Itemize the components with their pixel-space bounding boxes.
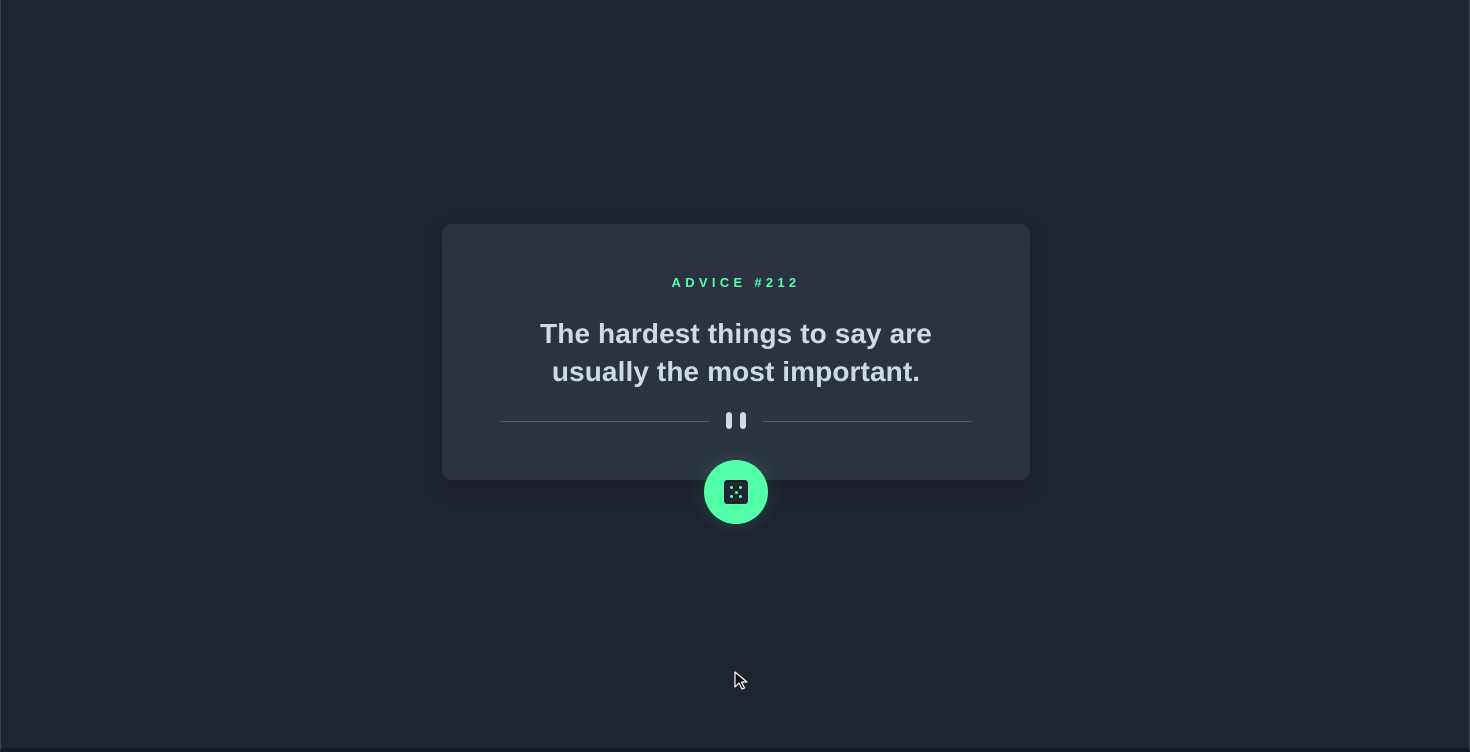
dice-pip — [739, 495, 742, 498]
generate-advice-button[interactable] — [704, 460, 768, 524]
advice-card: ADVICE #212 The hardest things to say ar… — [442, 224, 1030, 480]
page-background: ADVICE #212 The hardest things to say ar… — [0, 0, 1470, 752]
pause-icon — [725, 412, 747, 430]
advice-quote: The hardest things to say are usually th… — [540, 318, 932, 387]
dice-pip — [734, 490, 738, 494]
dice-pip — [739, 486, 742, 489]
dice-pip — [730, 495, 733, 498]
advice-number: ADVICE #212 — [671, 275, 801, 290]
divider — [500, 412, 972, 432]
divider-line-left — [500, 421, 709, 422]
divider-line-right — [763, 421, 972, 422]
dice-icon — [724, 480, 748, 504]
dice-pip — [730, 486, 733, 489]
mouse-cursor-icon — [734, 671, 748, 690]
